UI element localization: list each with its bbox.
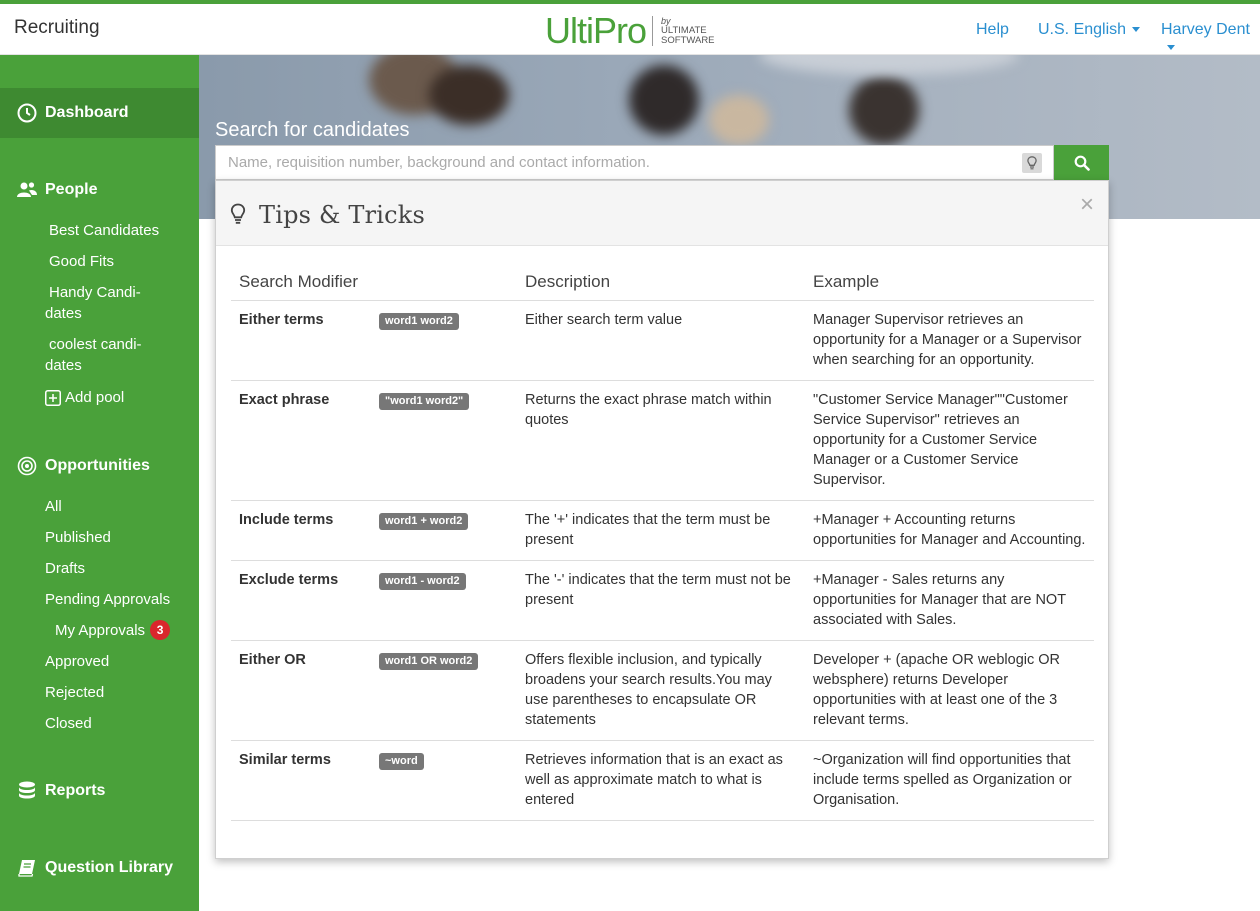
plus-square-icon <box>45 389 61 406</box>
user-menu[interactable]: Harvey Dent <box>1161 21 1260 57</box>
modifier-example: "Customer Service Manager""Customer Serv… <box>805 380 1094 501</box>
table-row: Exact phrase "word1 word2" Returns the e… <box>231 380 1094 501</box>
search-input[interactable] <box>216 146 1006 179</box>
approvals-count-badge: 3 <box>150 620 171 640</box>
modifier-description: Retrieves information that is an exact a… <box>517 740 805 821</box>
table-row: Either OR word1 OR word2 Offers flexible… <box>231 640 1094 741</box>
modifier-syntax-chip: word1 word2 <box>379 313 459 330</box>
people-icon <box>17 180 37 200</box>
modifier-description: The '-' indicates that the term must not… <box>517 560 805 641</box>
table-row: Exclude terms word1 - word2 The '-' indi… <box>231 560 1094 641</box>
sidebar-item-my-approvals[interactable]: My Approvals 3 <box>55 620 171 641</box>
top-bar: Recruiting UltiPro by ULTIMATE SOFTWARE … <box>0 4 1260 55</box>
sidebar-item-pending-approvals[interactable]: Pending Approvals <box>45 589 170 610</box>
sidebar-item-label: Question Library <box>45 859 174 876</box>
ultipro-logo[interactable]: UltiPro by ULTIMATE SOFTWARE <box>545 13 715 49</box>
column-header: Example <box>805 265 1094 301</box>
chevron-down-icon <box>1132 27 1141 33</box>
modifier-description: Returns the exact phrase match within qu… <box>517 380 805 501</box>
modifier-name: Exact phrase <box>231 380 371 501</box>
sidebar-item-label: Reports <box>45 782 106 799</box>
modifier-example: +Manager - Sales returns any opportuniti… <box>805 560 1094 641</box>
table-row: Include terms word1 + word2 The '+' indi… <box>231 500 1094 561</box>
sidebar-item-drafts[interactable]: Drafts <box>45 558 85 579</box>
lightbulb-icon <box>230 203 246 230</box>
modifier-example: Manager Supervisor retrieves an opportun… <box>805 300 1094 381</box>
modifier-syntax-chip: word1 + word2 <box>379 513 469 530</box>
modifier-description: Offers flexible inclusion, and typically… <box>517 640 805 741</box>
pool-item[interactable]: Handy Candi- dates <box>45 282 141 324</box>
help-link[interactable]: Help <box>976 21 1009 39</box>
modifier-example: +Manager + Accounting returns opportunit… <box>805 500 1094 561</box>
sidebar-item-dashboard[interactable]: Dashboard <box>0 88 199 138</box>
sidebar-item-all[interactable]: All <box>45 496 62 517</box>
modifier-example: ~Organization will find opportunities th… <box>805 740 1094 821</box>
database-icon <box>17 781 37 801</box>
search-modifiers-table: Search Modifier Description Example Eith… <box>231 265 1094 821</box>
lightbulb-icon <box>1027 156 1037 170</box>
book-icon <box>17 858 37 878</box>
modifier-syntax-chip: ~word <box>379 753 424 770</box>
sidebar-item-reports[interactable]: Reports <box>0 766 199 816</box>
pool-item[interactable]: Best Candidates <box>49 220 159 241</box>
tips-panel: Tips & Tricks × Search Modifier Descript… <box>215 180 1109 859</box>
column-header: Description <box>517 265 805 301</box>
modifier-description: Either search term value <box>517 300 805 381</box>
modifier-example: Developer + (apache OR weblogic OR websp… <box>805 640 1094 741</box>
modifier-name: Similar terms <box>231 740 371 821</box>
table-row: Either terms word1 word2 Either search t… <box>231 300 1094 381</box>
column-header: Search Modifier <box>231 265 517 301</box>
table-row: Similar terms ~word Retrieves informatio… <box>231 740 1094 821</box>
sidebar-item-question-library[interactable]: Question Library <box>0 843 199 893</box>
pool-item[interactable]: Good Fits <box>49 251 114 272</box>
logo-byline: by ULTIMATE SOFTWARE <box>661 16 715 46</box>
target-icon <box>17 456 37 476</box>
modifier-description: The '+' indicates that the term must be … <box>517 500 805 561</box>
tips-title: Tips & Tricks <box>259 201 426 229</box>
modifier-syntax-chip: word1 - word2 <box>379 573 466 590</box>
clock-icon <box>17 103 37 123</box>
sidebar-item-people[interactable]: People <box>0 165 199 215</box>
close-icon[interactable]: × <box>1080 193 1094 217</box>
app-title: Recruiting <box>14 17 100 38</box>
chevron-down-icon <box>1167 45 1175 51</box>
modifier-name: Either terms <box>231 300 371 381</box>
sidebar-item-rejected[interactable]: Rejected <box>45 682 104 703</box>
add-pool-button[interactable]: Add pool <box>45 387 124 408</box>
sidebar: Dashboard People Best Candidates Good Fi… <box>0 55 199 911</box>
modifier-name: Either OR <box>231 640 371 741</box>
sidebar-item-label: Dashboard <box>45 104 129 121</box>
modifier-name: Include terms <box>231 500 371 561</box>
logo-divider <box>652 16 654 46</box>
sidebar-item-opportunities[interactable]: Opportunities <box>0 441 199 491</box>
sidebar-item-closed[interactable]: Closed <box>45 713 92 734</box>
sidebar-item-label: Opportunities <box>45 457 150 474</box>
tips-lightbulb-button[interactable] <box>1022 153 1042 173</box>
tips-header: Tips & Tricks × <box>216 181 1108 246</box>
logo-wordmark: UltiPro <box>545 10 647 51</box>
modifier-syntax-chip: "word1 word2" <box>379 393 470 410</box>
sidebar-item-label: People <box>45 181 98 198</box>
pool-item[interactable]: coolest candi- dates <box>45 334 142 376</box>
language-dropdown[interactable]: U.S. English <box>1038 21 1141 39</box>
search-icon <box>1074 155 1090 171</box>
modifier-name: Exclude terms <box>231 560 371 641</box>
modifier-syntax-chip: word1 OR word2 <box>379 653 479 670</box>
search-button[interactable] <box>1054 145 1109 180</box>
search-title: Search for candidates <box>215 119 410 141</box>
table-header-row: Search Modifier Description Example <box>231 265 1094 301</box>
sidebar-item-approved[interactable]: Approved <box>45 651 109 672</box>
candidate-search <box>215 145 1054 180</box>
sidebar-item-published[interactable]: Published <box>45 527 111 548</box>
